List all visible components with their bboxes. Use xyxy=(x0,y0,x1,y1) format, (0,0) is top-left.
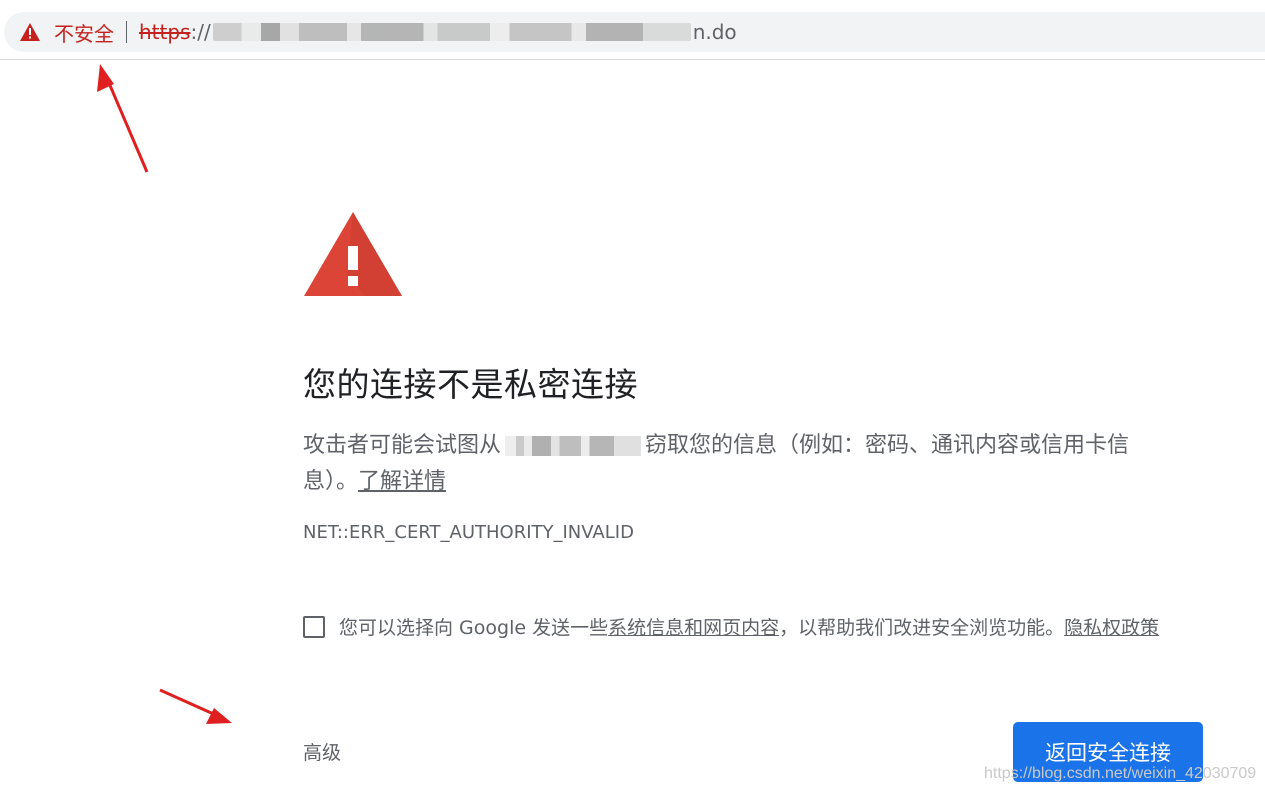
optin-checkbox[interactable] xyxy=(303,615,325,638)
url-tail: n.do xyxy=(692,20,737,44)
optin-text-end: ，以帮助我们改进安全浏览功能。 xyxy=(779,617,1065,639)
warning-icon[interactable] xyxy=(20,22,40,42)
warning-description: 攻击者可能会试图从 窃取您的信息（例如：密码、通讯内容或信用卡信息）。了解详情 xyxy=(303,428,1163,500)
address-divider xyxy=(126,21,127,43)
security-status-label[interactable]: 不安全 xyxy=(54,18,114,47)
url-scheme: https xyxy=(139,20,191,44)
toolbar: 不安全 https :// n.do xyxy=(0,0,1265,60)
page-title: 您的连接不是私密连接 xyxy=(303,365,638,404)
warning-triangle-icon xyxy=(303,210,403,298)
safe-browsing-optin: 您可以选择向 Google 发送一些 系统信息和网页内容 ，以帮助我们改进安全浏览功… xyxy=(303,613,1203,640)
system-info-link[interactable]: 系统信息和网页内容 xyxy=(608,613,779,640)
advanced-button[interactable]: 高级 xyxy=(303,738,341,765)
description-text-start: 攻击者可能会试图从 xyxy=(303,433,502,458)
optin-text-start: 您可以选择向 Google 发送一些 xyxy=(339,617,609,639)
annotation-arrow-up-icon xyxy=(97,64,149,173)
learn-more-link[interactable]: 了解详情 xyxy=(358,469,446,494)
privacy-policy-link[interactable]: 隐私权政策 xyxy=(1064,613,1159,640)
browser-page: 不安全 https :// n.do 您的连接不是私密连接 攻击者可能会试图从窃… xyxy=(0,0,1265,793)
watermark: https://blog.csdn.net/weixin_42030709 xyxy=(984,765,1257,782)
annotation-arrow-right-icon xyxy=(159,688,232,724)
address-bar[interactable]: 不安全 https :// n.do xyxy=(4,12,1265,52)
url-redacted xyxy=(212,23,691,41)
error-code: NET::ERR_CERT_AUTHORITY_INVALID xyxy=(303,522,634,543)
hostname-redacted xyxy=(505,436,642,456)
url-separator: :// xyxy=(190,20,211,44)
